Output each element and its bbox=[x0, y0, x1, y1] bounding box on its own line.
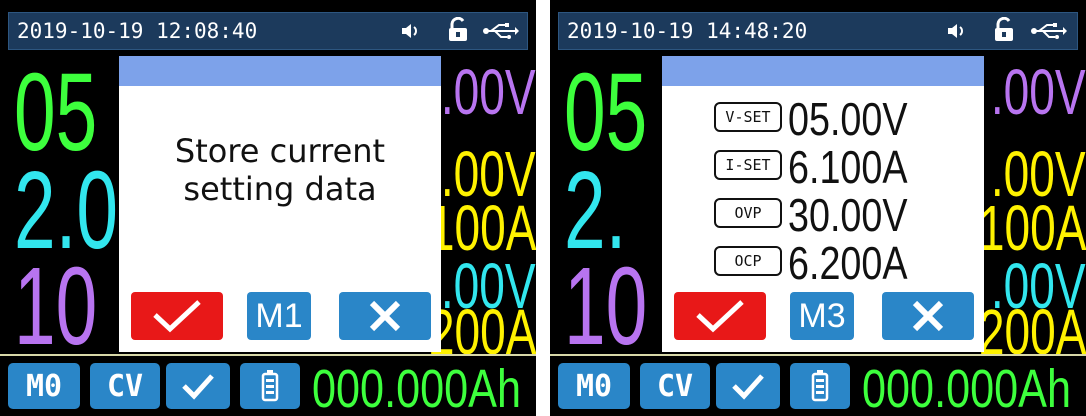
check-icon bbox=[696, 300, 744, 333]
mode-chip[interactable]: CV bbox=[90, 363, 160, 409]
setting-tag: I-SET bbox=[714, 150, 782, 180]
set-voltage-value: .00V bbox=[991, 56, 1086, 128]
battery-chip bbox=[790, 363, 850, 409]
check-icon bbox=[732, 374, 764, 400]
output-power: 10 bbox=[564, 245, 648, 368]
setting-value: 6.100A bbox=[788, 141, 908, 193]
close-icon bbox=[369, 300, 401, 332]
setting-tag: V-SET bbox=[714, 102, 782, 132]
store-dialog: Store current setting data M1 bbox=[119, 56, 441, 352]
status-bar: 2019-10-19 12:08:40 bbox=[8, 12, 528, 50]
dialog-header bbox=[119, 56, 441, 86]
confirm-button[interactable] bbox=[674, 292, 766, 340]
usb-icon bbox=[483, 19, 519, 47]
speaker-icon bbox=[399, 19, 423, 47]
speaker-icon bbox=[945, 19, 969, 47]
setting-value: 6.200A bbox=[788, 237, 908, 289]
divider bbox=[550, 354, 1086, 356]
unlock-icon bbox=[993, 16, 1015, 47]
setting-tag: OCP bbox=[714, 246, 782, 276]
memory-slot-button[interactable]: M3 bbox=[790, 292, 854, 340]
memory-chip[interactable]: M0 bbox=[8, 363, 80, 409]
dialog-message-line2: setting data bbox=[183, 170, 377, 208]
confirm-button[interactable] bbox=[131, 292, 223, 340]
output-power: 10 bbox=[14, 245, 98, 368]
dialog-message: Store current setting data bbox=[119, 132, 441, 208]
output-check-chip[interactable] bbox=[166, 363, 230, 409]
check-icon bbox=[182, 374, 214, 400]
output-check-chip[interactable] bbox=[716, 363, 780, 409]
status-bar: 2019-10-19 14:48:20 bbox=[558, 12, 1078, 50]
set-voltage-value: .00V bbox=[441, 56, 536, 128]
unlock-icon bbox=[447, 16, 469, 47]
datetime: 2019-10-19 12:08:40 bbox=[17, 19, 258, 43]
left-screen: 2019-10-19 12:08:40 05 2.0 10 .00V .00V … bbox=[0, 0, 536, 416]
setting-value: 05.00V bbox=[788, 93, 908, 145]
battery-icon bbox=[811, 370, 829, 402]
energy-counter: 000.000Ah bbox=[862, 359, 1071, 416]
dialog-message-line1: Store current bbox=[174, 132, 386, 170]
divider bbox=[0, 354, 536, 356]
setting-tag: OVP bbox=[714, 198, 782, 228]
dialog-header bbox=[662, 56, 984, 86]
check-icon bbox=[153, 300, 201, 333]
setting-value: 30.00V bbox=[788, 189, 908, 241]
close-icon bbox=[912, 300, 944, 332]
cancel-button[interactable] bbox=[339, 292, 431, 340]
datetime: 2019-10-19 14:48:20 bbox=[567, 19, 808, 43]
energy-counter: 000.000Ah bbox=[312, 359, 521, 416]
right-screen: 2019-10-19 14:48:20 05 2. 10 .00V .00V 1… bbox=[550, 0, 1086, 416]
battery-icon bbox=[261, 370, 279, 402]
mode-chip[interactable]: CV bbox=[640, 363, 710, 409]
usb-icon bbox=[1031, 19, 1067, 47]
cancel-button[interactable] bbox=[882, 292, 974, 340]
recall-dialog: V-SET 05.00V I-SET 6.100A OVP 30.00V OCP… bbox=[662, 56, 984, 352]
memory-chip[interactable]: M0 bbox=[558, 363, 630, 409]
memory-slot-button[interactable]: M1 bbox=[247, 292, 311, 340]
battery-chip bbox=[240, 363, 300, 409]
